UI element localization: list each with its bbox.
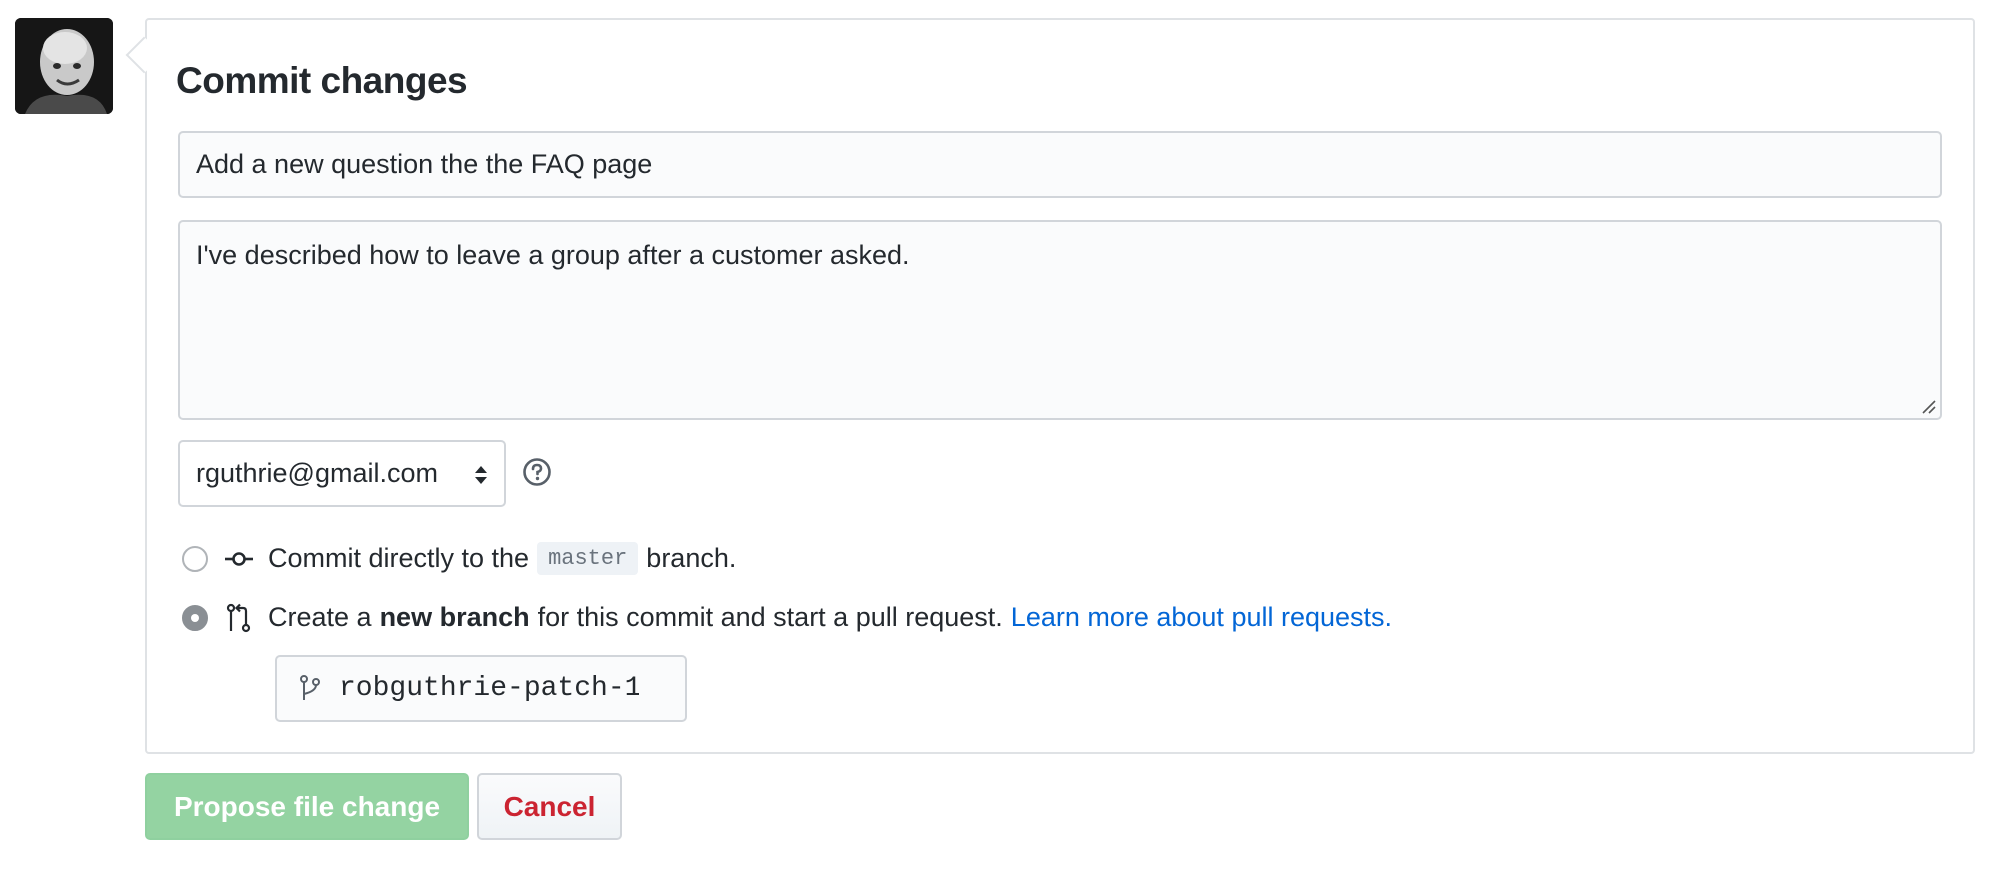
option-new-branch-prefix: Create a xyxy=(268,602,372,632)
option-direct-suffix: branch. xyxy=(646,543,737,573)
radio-commit-directly[interactable] xyxy=(182,545,208,572)
new-branch-name-field[interactable] xyxy=(275,655,687,722)
option-new-branch[interactable]: Create a new branch for this commit and … xyxy=(182,602,1392,633)
avatar xyxy=(15,18,113,114)
select-arrows-icon xyxy=(475,466,487,484)
git-branch-icon xyxy=(300,674,320,700)
commit-changes-title: Commit changes xyxy=(176,60,468,101)
new-branch-name-input[interactable] xyxy=(339,673,639,704)
option-new-branch-bold: new branch xyxy=(379,602,530,632)
propose-file-change-button[interactable]: Propose file change xyxy=(145,773,469,840)
avatar-image xyxy=(15,18,113,114)
option-new-branch-suffix: for this commit and start a pull request… xyxy=(537,602,1003,632)
branch-name-code: master xyxy=(537,542,639,575)
commit-description-textarea[interactable]: I've described how to leave a group afte… xyxy=(178,220,1942,420)
question-circle-icon[interactable] xyxy=(522,457,552,487)
commit-summary-input[interactable] xyxy=(178,131,1942,198)
resize-grip-icon[interactable] xyxy=(1920,398,1936,414)
learn-more-pull-requests-link[interactable]: Learn more about pull requests. xyxy=(1011,602,1392,633)
git-pull-request-icon xyxy=(226,603,251,632)
author-email-value: rguthrie@gmail.com xyxy=(196,458,438,488)
git-commit-icon xyxy=(225,551,253,566)
cancel-button[interactable]: Cancel xyxy=(477,773,622,840)
option-commit-directly[interactable]: Commit directly to the master branch. xyxy=(182,542,736,575)
option-direct-text: Commit directly to the xyxy=(268,543,530,573)
radio-new-branch[interactable] xyxy=(182,604,208,631)
author-email-select[interactable]: rguthrie@gmail.com xyxy=(178,440,506,507)
